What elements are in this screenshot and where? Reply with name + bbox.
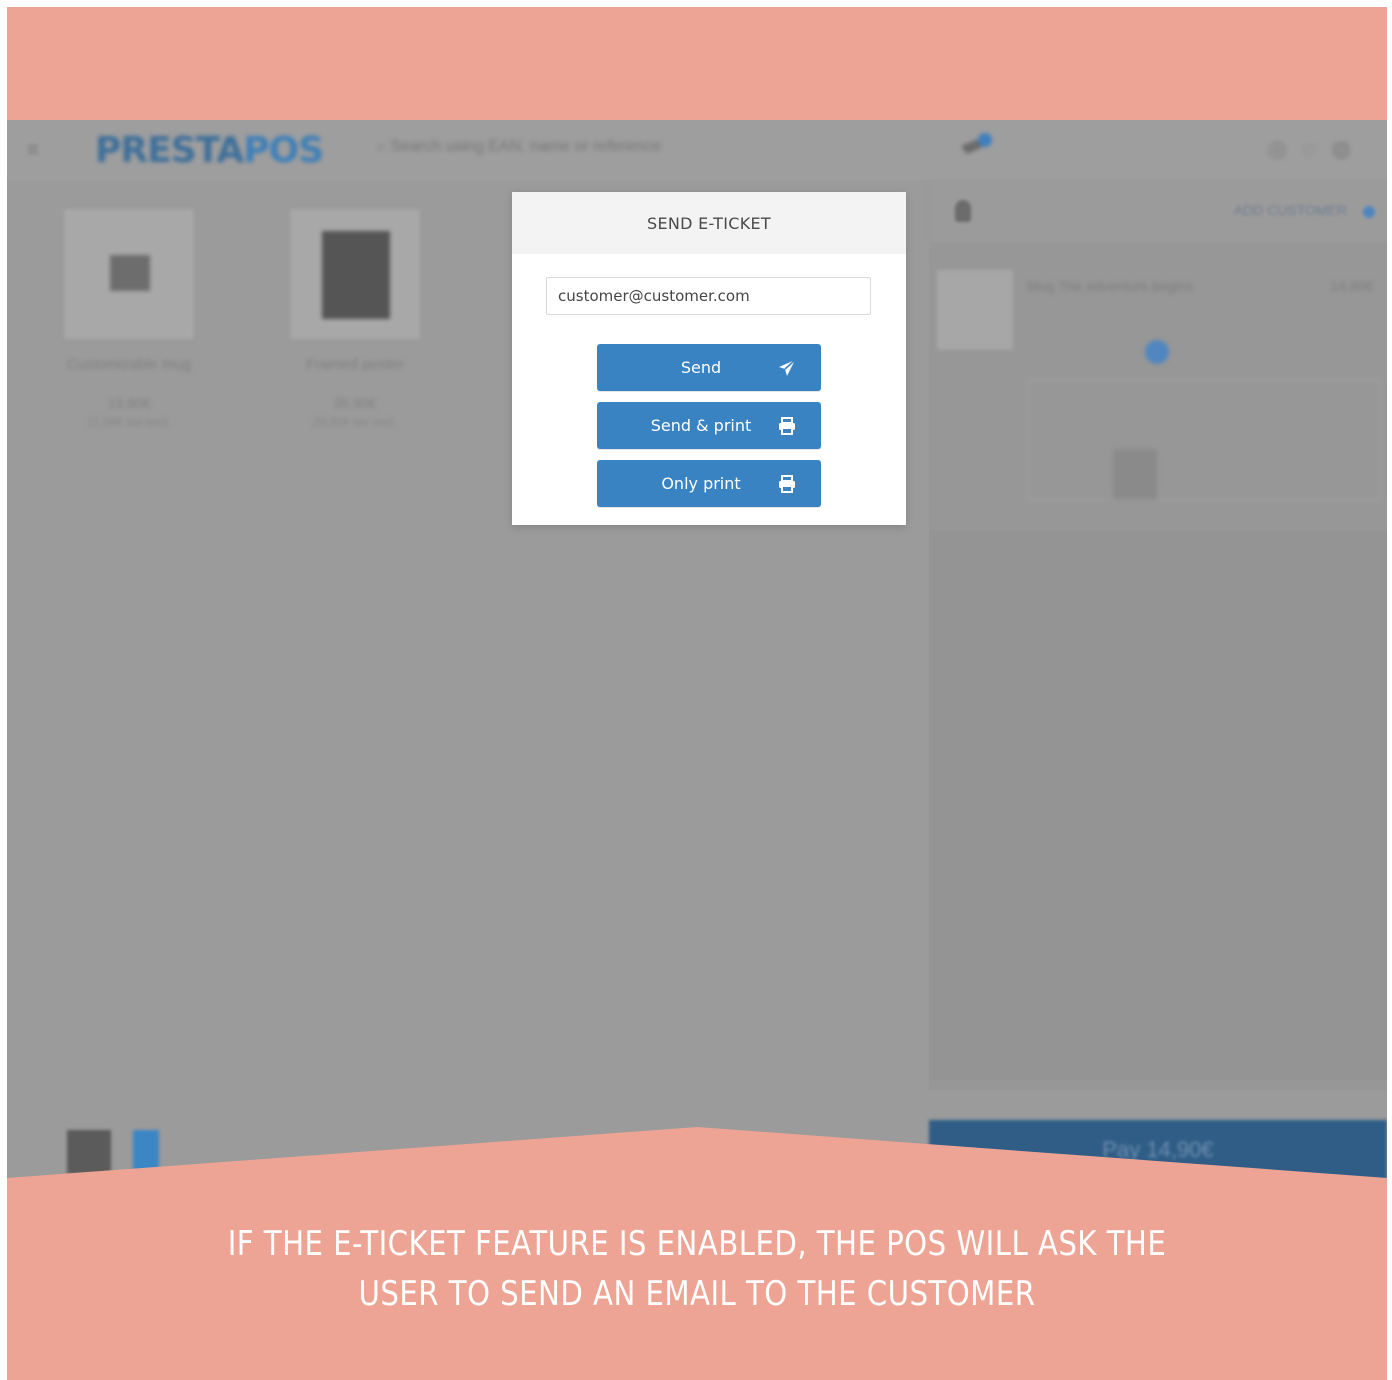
add-customer-label[interactable]: ADD CUSTOMER bbox=[1234, 202, 1347, 218]
cart-panel: ADD CUSTOMER Mug The adventure begins 14… bbox=[929, 180, 1387, 1090]
customer-row[interactable]: ADD CUSTOMER bbox=[929, 180, 1387, 242]
only-print-button[interactable]: Only print bbox=[597, 460, 821, 507]
send-and-print-button[interactable]: Send & print bbox=[597, 402, 821, 449]
prestapos-logo: PRESTAPOS bbox=[95, 130, 324, 171]
cart-item-title: Mug The adventure begins bbox=[1027, 278, 1194, 294]
app-header: ≡ PRESTAPOS ⌕ Search using EAN, name or … bbox=[7, 120, 1387, 180]
product-price-tax-excl: 29,92€ tax excl. bbox=[312, 415, 398, 429]
view-toggle-button[interactable] bbox=[67, 1130, 111, 1174]
caption-text: IF THE E-TICKET FEATURE IS ENABLED, THE … bbox=[190, 1219, 1205, 1319]
search-placeholder: Search using EAN, name or reference bbox=[390, 138, 661, 155]
image-frame: ≡ PRESTAPOS ⌕ Search using EAN, name or … bbox=[7, 7, 1387, 1380]
product-name: Customizable mug bbox=[66, 356, 192, 373]
customer-icon bbox=[955, 200, 971, 222]
top-banner bbox=[7, 7, 1387, 120]
product-name: Framed poster bbox=[306, 356, 404, 373]
product-image bbox=[291, 210, 419, 338]
cart-summary-area bbox=[929, 530, 1387, 1080]
cart-icon[interactable] bbox=[957, 132, 993, 162]
dialog-header: SEND E-TICKET bbox=[512, 192, 906, 254]
printer-icon bbox=[779, 475, 795, 493]
product-price: 35,90€ bbox=[333, 395, 377, 411]
product-search[interactable]: ⌕ Search using EAN, name or reference bbox=[377, 138, 737, 164]
caption-line-1: IF THE E-TICKET FEATURE IS ENABLED, THE … bbox=[227, 1224, 1167, 1264]
cart-item-details bbox=[1027, 380, 1381, 500]
send-button-label: Send bbox=[680, 358, 722, 377]
product-card[interactable]: Framed poster 35,90€ 29,92€ tax excl. bbox=[291, 210, 419, 429]
email-input[interactable] bbox=[546, 277, 871, 315]
hamburger-menu-icon[interactable]: ≡ bbox=[27, 140, 49, 160]
send-button[interactable]: Send bbox=[597, 344, 821, 391]
send-and-print-button-label: Send & print bbox=[650, 416, 752, 435]
paper-plane-icon bbox=[779, 359, 796, 376]
add-customer-icon[interactable] bbox=[1363, 206, 1375, 218]
header-icon-group[interactable]: ◎◌◍ bbox=[1268, 136, 1367, 162]
product-price: 13,90€ bbox=[107, 395, 151, 411]
product-card[interactable]: Customizable mug 13,90€ 11,58€ tax excl. bbox=[65, 210, 193, 429]
only-print-button-label: Only print bbox=[661, 474, 741, 493]
product-image bbox=[65, 210, 193, 338]
send-eticket-dialog: SEND E-TICKET Send Send & print Only pri… bbox=[512, 192, 906, 525]
cart-item-price: 14,90€ bbox=[1330, 278, 1373, 294]
cart-item-image bbox=[937, 270, 1013, 350]
quantity-plus-icon[interactable] bbox=[1145, 340, 1169, 364]
cart-line: Mug The adventure begins 14,90€ bbox=[937, 270, 1381, 510]
discount-button[interactable] bbox=[1113, 449, 1157, 499]
search-icon: ⌕ bbox=[377, 138, 386, 155]
view-toggle-button-active[interactable] bbox=[133, 1130, 159, 1174]
dialog-title: SEND E-TICKET bbox=[647, 213, 771, 233]
product-price-tax-excl: 11,58€ tax excl. bbox=[87, 415, 171, 429]
pay-button[interactable]: Pay 14,90€ bbox=[929, 1120, 1387, 1180]
caption-line-2: USER TO SEND AN EMAIL TO THE CUSTOMER bbox=[358, 1274, 1036, 1314]
printer-icon bbox=[779, 417, 795, 435]
